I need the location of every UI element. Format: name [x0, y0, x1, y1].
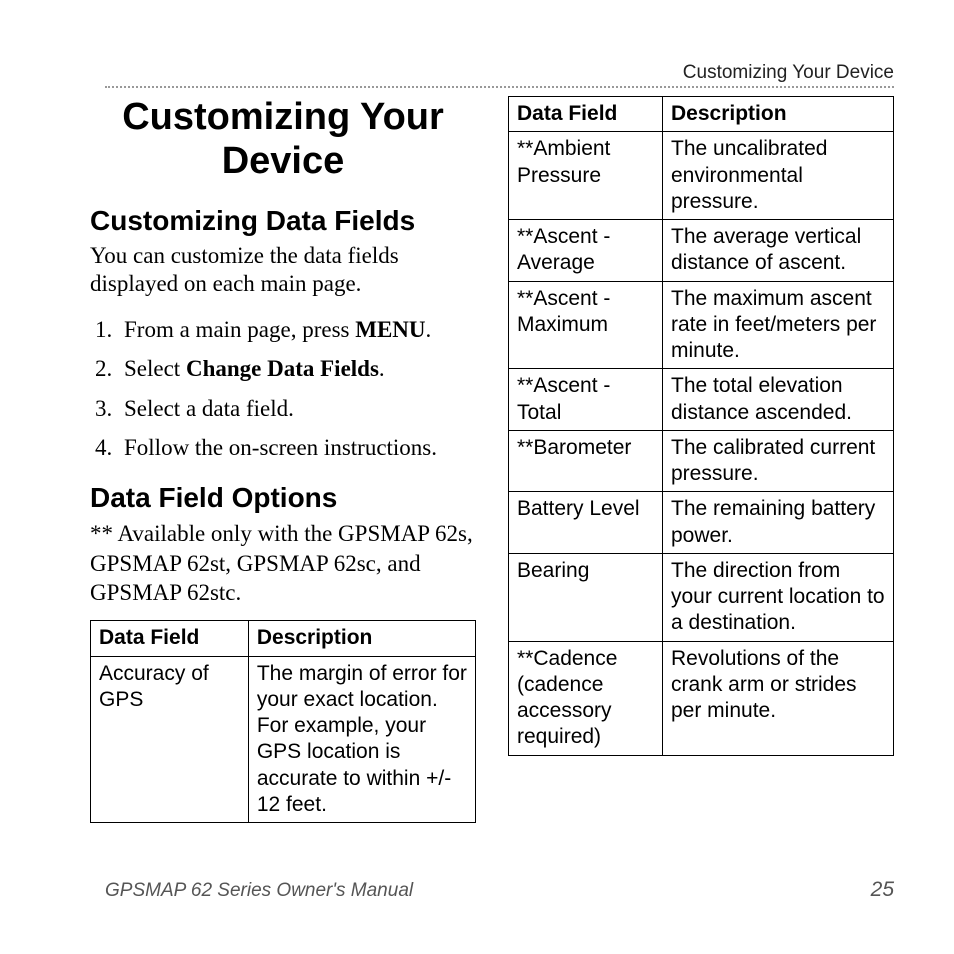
right-column: Data Field Description **Ambient Pressur…: [508, 96, 894, 823]
cell-field: Accuracy of GPS: [91, 656, 249, 823]
cell-field: Battery Level: [509, 492, 663, 554]
cell-field: Bearing: [509, 553, 663, 641]
step-item: Select Change Data Fields.: [118, 352, 476, 385]
table-header-row: Data Field Description: [91, 621, 476, 656]
table-header-field: Data Field: [91, 621, 249, 656]
page: Customizing Your Device Customizing Your…: [0, 0, 954, 954]
footer-page-number: 25: [871, 878, 894, 902]
step-item: Select a data field.: [118, 392, 476, 425]
cell-desc: Revolutions of the crank arm or strides …: [663, 641, 894, 755]
running-head: Customizing Your Device: [683, 62, 894, 84]
step-text-post: .: [426, 317, 432, 342]
step-text: From a main page, press: [124, 317, 355, 342]
cell-field: **Ascent - Average: [509, 220, 663, 282]
cell-desc: The direction from your current location…: [663, 553, 894, 641]
table-header-row: Data Field Description: [509, 97, 894, 132]
cell-desc: The calibrated current pressure.: [663, 430, 894, 492]
availability-note: ** Available only with the GPSMAP 62s, G…: [90, 519, 476, 609]
page-title: Customizing Your Device: [90, 96, 476, 183]
step-text: Follow the on-screen instructions.: [124, 435, 437, 460]
cell-field: **Ambient Pressure: [509, 132, 663, 220]
cell-field: **Barometer: [509, 430, 663, 492]
footer: GPSMAP 62 Series Owner's Manual 25: [105, 878, 894, 902]
table-row: Accuracy of GPS The margin of error for …: [91, 656, 476, 823]
table-row: **Ascent - Average The average vertical …: [509, 220, 894, 282]
table-row: Battery Level The remaining battery powe…: [509, 492, 894, 554]
table-row: **Cadence (cadence accessory required) R…: [509, 641, 894, 755]
step-text: Select: [124, 356, 186, 381]
cell-desc: The total elevation distance ascended.: [663, 369, 894, 431]
cell-field: **Cadence (cadence accessory required): [509, 641, 663, 755]
content-columns: Customizing Your Device Customizing Data…: [90, 96, 894, 823]
cell-desc: The margin of error for your exact locat…: [248, 656, 475, 823]
cell-desc: The remaining battery power.: [663, 492, 894, 554]
table-row: Bearing The direction from your current …: [509, 553, 894, 641]
section-heading-data-field-options: Data Field Options: [90, 482, 476, 514]
step-item: Follow the on-screen instructions.: [118, 431, 476, 464]
steps-list: From a main page, press MENU. Select Cha…: [90, 313, 476, 464]
step-strong: MENU: [355, 317, 425, 342]
cell-field: **Ascent - Total: [509, 369, 663, 431]
table-row: **Barometer The calibrated current press…: [509, 430, 894, 492]
step-strong: Change Data Fields: [186, 356, 379, 381]
cell-desc: The maximum ascent rate in feet/meters p…: [663, 281, 894, 369]
section-heading-customizing-data-fields: Customizing Data Fields: [90, 205, 476, 237]
table-header-desc: Description: [248, 621, 475, 656]
cell-desc: The average vertical distance of ascent.: [663, 220, 894, 282]
table-row: **Ascent - Total The total elevation dis…: [509, 369, 894, 431]
footer-manual-title: GPSMAP 62 Series Owner's Manual: [105, 880, 413, 902]
left-column: Customizing Your Device Customizing Data…: [90, 96, 476, 823]
cell-desc: The uncalibrated environmental pressure.: [663, 132, 894, 220]
step-text-post: .: [379, 356, 385, 381]
table-header-field: Data Field: [509, 97, 663, 132]
table-row: **Ambient Pressure The uncalibrated envi…: [509, 132, 894, 220]
step-item: From a main page, press MENU.: [118, 313, 476, 346]
step-text: Select a data field.: [124, 396, 294, 421]
table-row: **Ascent - Maximum The maximum ascent ra…: [509, 281, 894, 369]
cell-field: **Ascent - Maximum: [509, 281, 663, 369]
intro-paragraph: You can customize the data fields displa…: [90, 242, 476, 300]
data-fields-table-right: Data Field Description **Ambient Pressur…: [508, 96, 894, 756]
table-header-desc: Description: [663, 97, 894, 132]
divider: [105, 86, 894, 88]
data-fields-table-left: Data Field Description Accuracy of GPS T…: [90, 620, 476, 823]
